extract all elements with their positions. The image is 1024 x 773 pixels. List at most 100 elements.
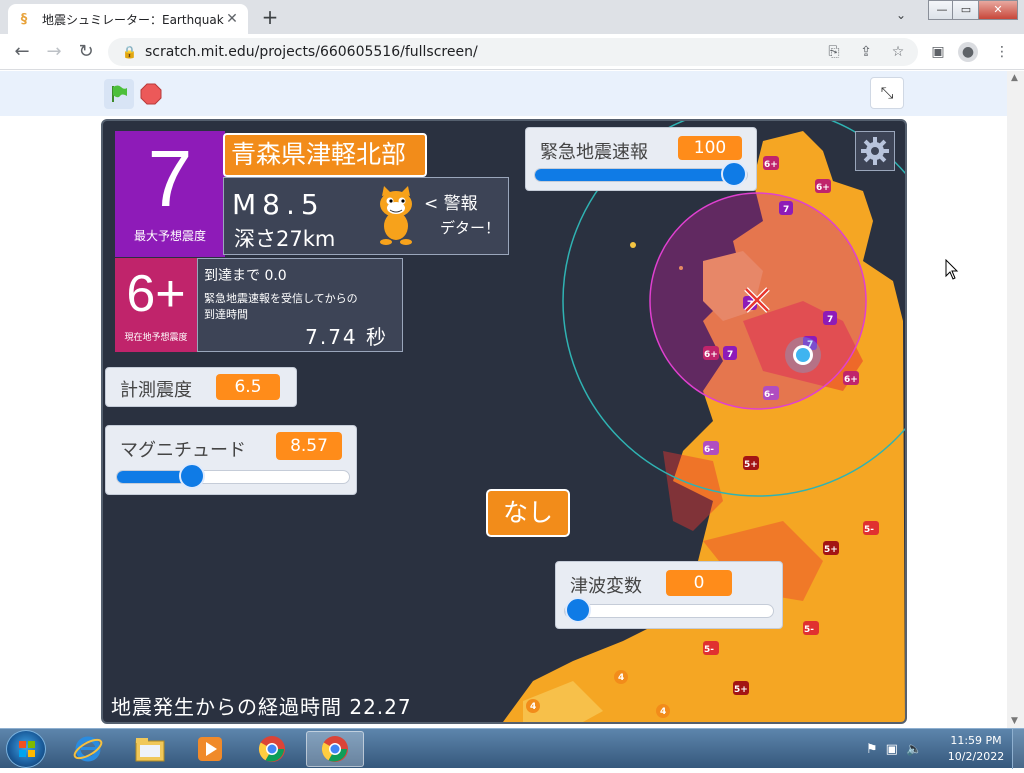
max-shindo-panel: 7 最大予想震度 — [115, 131, 225, 257]
svg-text:5-: 5- — [804, 625, 814, 635]
bookmark-star-icon[interactable]: ☆ — [888, 42, 908, 62]
depth-text: 深さ27km — [234, 227, 336, 251]
translate-icon[interactable]: ⎘ — [824, 42, 844, 62]
quake-info-panel: M8.5 深さ27km < 警報 デター！ — [223, 177, 509, 255]
svg-text:5-: 5- — [704, 645, 714, 655]
show-desktop-button[interactable] — [1012, 729, 1024, 769]
new-tab-button[interactable]: + — [258, 6, 282, 30]
volume-icon[interactable]: 🔈 — [906, 742, 922, 757]
current-shindo-label: 現在地予想震度 — [124, 333, 188, 343]
svg-text:4: 4 — [530, 702, 536, 712]
settings-gear-icon[interactable] — [855, 131, 895, 171]
window-restore-button[interactable]: ▭ — [952, 0, 980, 20]
tab-search-chevron-icon[interactable]: ⌄ — [896, 8, 906, 22]
shindo-marker-6minus: 6- — [703, 441, 719, 455]
tsunami-monitor-value: 0 — [666, 570, 732, 596]
arrival-desc-line1: 緊急地震速報を受信してからの — [204, 292, 358, 305]
action-center-flag-icon[interactable]: ⚑ — [866, 742, 878, 757]
file-explorer-icon[interactable] — [124, 731, 176, 767]
alert-speech-line1: < 警報 — [424, 194, 478, 214]
tab-close-icon[interactable]: ✕ — [224, 11, 240, 27]
internet-explorer-icon[interactable] — [62, 731, 114, 767]
svg-text:6+: 6+ — [704, 350, 718, 360]
exit-fullscreen-icon[interactable]: ⤡ — [870, 77, 904, 109]
tsunami-slider[interactable] — [564, 597, 774, 623]
media-player-icon[interactable] — [184, 731, 236, 767]
clock-time: 11:59 PM — [950, 734, 1002, 747]
svg-text:6+: 6+ — [816, 183, 830, 193]
shindo-marker-7: 7 — [723, 346, 737, 360]
svg-text:5+: 5+ — [824, 545, 838, 555]
shindo-marker-4: 4 — [656, 704, 670, 718]
profile-avatar-icon[interactable]: ● — [958, 42, 978, 62]
scratch-stage[interactable]: 7 7 7 7 7 6+ 6+ 6+ 6+ 6- 6- 5+ 5+ 5+ 5- … — [101, 119, 907, 724]
svg-text:4: 4 — [660, 707, 666, 717]
scratch-cat-icon — [380, 186, 412, 245]
svg-text:6-: 6- — [704, 445, 714, 455]
shindo-marker-6plus: 6+ — [703, 346, 719, 360]
shindo-marker-5plus: 5+ — [823, 541, 839, 555]
epicenter-region: 青森県津軽北部 — [223, 133, 427, 177]
shindo-marker-6plus: 6+ — [815, 179, 831, 193]
page-scrollbar[interactable]: ▲ ▼ — [1007, 71, 1024, 728]
forward-arrow-icon[interactable]: → — [42, 40, 66, 64]
reload-icon[interactable]: ↻ — [74, 40, 98, 64]
shindo-marker-5minus: 5- — [703, 641, 719, 655]
shindo-marker-6minus: 6- — [763, 386, 779, 400]
tsunami-monitor: 津波変数 0 — [555, 561, 783, 629]
magnitude-monitor-label: マグニチュード — [120, 440, 246, 461]
measured-shindo-value: 6.5 — [216, 374, 280, 400]
eew-slider[interactable] — [534, 161, 748, 187]
svg-text:6+: 6+ — [844, 375, 858, 385]
scroll-up-arrow-icon[interactable]: ▲ — [1011, 73, 1018, 83]
eew-monitor: 緊急地震速報 100 — [525, 127, 757, 191]
max-shindo-value: 7 — [147, 134, 193, 223]
network-icon[interactable]: ▣ — [886, 742, 898, 757]
shindo-marker-4: 4 — [614, 670, 628, 684]
magnitude-slider[interactable] — [116, 463, 350, 489]
lock-icon: 🔒 — [122, 45, 137, 59]
current-shindo-value: 6+ — [126, 265, 186, 323]
svg-text:7: 7 — [727, 350, 733, 360]
back-arrow-icon[interactable]: ← — [10, 40, 34, 64]
share-icon[interactable]: ⇪ — [856, 42, 876, 62]
scratch-controls-bar: ⤡ — [0, 71, 1007, 116]
svg-text:5+: 5+ — [744, 460, 758, 470]
tsunami-status-button[interactable]: なし — [486, 489, 570, 537]
scroll-down-arrow-icon[interactable]: ▼ — [1011, 716, 1018, 726]
eew-slider-fill — [535, 169, 734, 181]
shindo-marker-5plus: 5+ — [743, 456, 759, 470]
magnitude-slider-knob[interactable] — [178, 463, 205, 489]
shindo-marker-6plus: 6+ — [763, 156, 779, 170]
shindo-marker-5minus: 5- — [803, 621, 819, 635]
current-location-icon — [785, 337, 821, 373]
shindo-marker-5minus: 5- — [863, 521, 879, 535]
windows-start-button[interactable] — [6, 730, 46, 768]
current-shindo-panel: 6+ 現在地予想震度 — [115, 258, 197, 352]
shindo-marker-5plus: 5+ — [733, 681, 749, 695]
shindo-marker-7: 7 — [823, 311, 837, 325]
tsunami-monitor-label: 津波変数 — [570, 576, 642, 597]
alert-speech: < 警報 デター！ — [424, 192, 500, 240]
stop-sign-icon[interactable] — [140, 83, 162, 105]
chrome-taskbar-icon[interactable] — [246, 731, 298, 767]
browser-tab[interactable]: § 地震シュミレーター：Earthquake sir ✕ — [8, 4, 248, 34]
tsunami-slider-knob[interactable] — [565, 597, 591, 623]
system-tray: ⚑ ▣ 🔈 — [866, 735, 934, 763]
eew-slider-knob[interactable] — [721, 161, 747, 187]
browser-tab-bar: § 地震シュミレーター：Earthquake sir ✕ + ⌄ — ▭ ✕ — [0, 0, 1024, 34]
page-content: ⤡ 7 7 7 7 7 — [0, 71, 1007, 728]
side-panel-icon[interactable]: ▣ — [928, 42, 948, 62]
taskbar-clock[interactable]: 11:59 PM 10/2/2022 — [944, 733, 1008, 765]
svg-text:7: 7 — [783, 205, 789, 215]
shindo-marker-6plus: 6+ — [843, 371, 859, 385]
windows-taskbar: ⚑ ▣ 🔈 11:59 PM 10/2/2022 — [0, 728, 1024, 769]
chrome-menu-icon[interactable]: ⋮ — [992, 42, 1012, 62]
address-bar[interactable]: 🔒 scratch.mit.edu/projects/660605516/ful… — [108, 38, 918, 66]
elapsed-time-text: 地震発生からの経過時間 22.27 — [111, 695, 412, 719]
chrome-taskbar-icon-active[interactable] — [306, 731, 364, 767]
tab-title: 地震シュミレーター：Earthquake sir — [42, 12, 224, 27]
green-flag-icon[interactable] — [104, 79, 134, 109]
window-close-button[interactable]: ✕ — [978, 0, 1018, 20]
url-text: scratch.mit.edu/projects/660605516/fulls… — [144, 44, 478, 60]
